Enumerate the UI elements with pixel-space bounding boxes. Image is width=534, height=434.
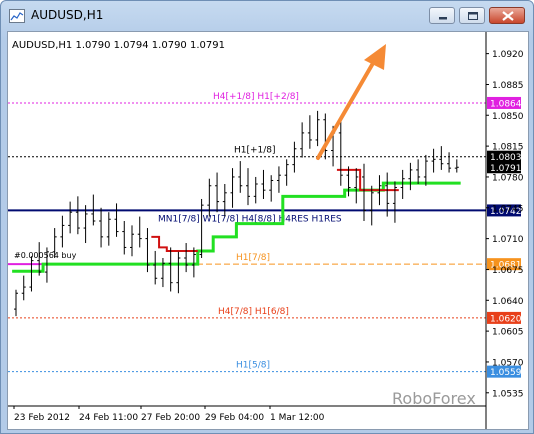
y-tick-label: 1.0710 <box>492 235 524 245</box>
chart-ohlc-header: AUDUSD,H1 1.0790 1.0794 1.0790 1.0791 <box>12 40 225 51</box>
level-label: H1[+1/8] <box>234 146 276 156</box>
level-price-tag-text: 1.0559 <box>490 368 522 378</box>
ohlc-bar <box>215 172 220 213</box>
chart-window-icon <box>9 9 25 23</box>
ohlc-bar <box>323 113 328 160</box>
ohlc-bar <box>238 161 243 193</box>
close-icon <box>502 11 514 21</box>
ohlc-bar <box>362 163 366 221</box>
ohlc-bar <box>68 201 73 234</box>
ohlc-bar <box>253 176 258 204</box>
y-tick-label: 1.0850 <box>492 112 524 122</box>
y-tick-label: 1.0570 <box>492 358 524 368</box>
ohlc-bar <box>122 221 127 255</box>
level-price-tag-text: 1.0620 <box>490 314 522 324</box>
ohlc-bar <box>114 203 119 237</box>
ohlc-bar <box>168 247 173 292</box>
x-tick-label: 1 Mar 12:00 <box>270 413 325 423</box>
x-tick-label: 29 Feb 04:00 <box>205 413 264 423</box>
x-tick-label: 23 Feb 2012 <box>14 413 70 423</box>
minimize-icon <box>439 17 447 20</box>
ohlc-bar <box>199 198 204 258</box>
ohlc-bar <box>408 162 413 191</box>
ohlc-bar <box>137 216 142 248</box>
maximize-icon <box>468 12 478 20</box>
ohlc-bar <box>130 225 134 257</box>
y-tick-label: 1.0745 <box>492 204 524 214</box>
price-chart[interactable]: H4[+1/8] H1[+2/8]1.0864H1[+1/8]1.0803MN1… <box>8 32 528 429</box>
level-label: H4[7/8] H1[6/8] <box>218 307 289 317</box>
x-tick-label: 24 Feb 11:00 <box>79 413 138 423</box>
ohlc-bar <box>269 175 274 202</box>
ohlc-bar <box>230 168 235 208</box>
y-tick-label: 1.0675 <box>492 266 524 276</box>
y-tick-label: 1.0885 <box>492 81 524 91</box>
y-tick-label: 1.0535 <box>492 389 524 399</box>
level-label: H1[5/8] <box>236 361 270 371</box>
ohlc-bar <box>423 154 428 186</box>
maximize-button[interactable] <box>459 7 485 24</box>
ohlc-bar <box>246 168 250 206</box>
ohlc-bar <box>99 207 104 248</box>
ohlc-bar <box>261 169 266 199</box>
current-price-text: 1.0791 <box>490 164 522 174</box>
x-tick-label: 27 Feb 20:00 <box>141 413 200 423</box>
chart-area[interactable]: H4[+1/8] H1[+2/8] 1.0864 H1[+1/8] 1.0803 MN1… <box>7 31 529 430</box>
ohlc-bar <box>315 110 320 147</box>
ohlc-bar <box>21 275 26 301</box>
order-label: #0.000564 buy <box>14 251 77 260</box>
y-tick-label: 1.0780 <box>492 173 524 183</box>
ohlc-bar <box>276 166 281 193</box>
y-tick-label: 1.0605 <box>492 328 524 338</box>
ohlc-bar <box>447 152 452 173</box>
level-label: H1[7/8] <box>236 253 270 263</box>
ohlc-bar <box>416 159 421 184</box>
window-title: AUDUSD,H1 <box>31 8 104 22</box>
watermark: RoboForex <box>392 389 476 408</box>
y-tick-label: 1.0920 <box>492 50 524 60</box>
close-button[interactable] <box>489 7 525 24</box>
title-bar[interactable]: AUDUSD,H1 <box>1 1 533 31</box>
y-tick-label: 1.0640 <box>492 297 524 307</box>
ohlc-bar <box>431 148 436 173</box>
ohlc-bar <box>338 119 343 186</box>
level-price-tag-text: 1.0864 <box>490 99 522 109</box>
minimize-button[interactable] <box>429 7 455 24</box>
ohlc-bar <box>392 181 397 223</box>
level-label: H4[+1/8] H1[+2/8] <box>213 92 299 102</box>
terminal-window: AUDUSD,H1 H4[+1/8] H1[+2/8] 1.0864 H1[+1/8… <box>0 0 534 434</box>
ohlc-bar <box>300 122 305 158</box>
ohlc-bar <box>153 250 158 285</box>
ohlc-bar <box>307 115 312 149</box>
ohlc-bar <box>222 184 227 217</box>
ohlc-bar <box>439 146 444 170</box>
ohlc-bar <box>176 251 181 294</box>
ohlc-bar <box>14 289 18 317</box>
ohlc-bar <box>29 256 34 292</box>
ohlc-bar <box>454 159 459 173</box>
ohlc-bar <box>184 243 189 273</box>
ohlc-bar <box>75 196 80 235</box>
ohlc-bar <box>160 258 165 288</box>
ohlc-bar <box>60 215 65 248</box>
ohlc-bar <box>284 159 289 186</box>
ohlc-bar <box>354 168 359 204</box>
ohlc-bar <box>106 212 111 246</box>
ohlc-bar <box>369 185 374 226</box>
trend-arrow-icon <box>316 44 386 160</box>
y-tick-label: 1.0815 <box>492 143 524 153</box>
